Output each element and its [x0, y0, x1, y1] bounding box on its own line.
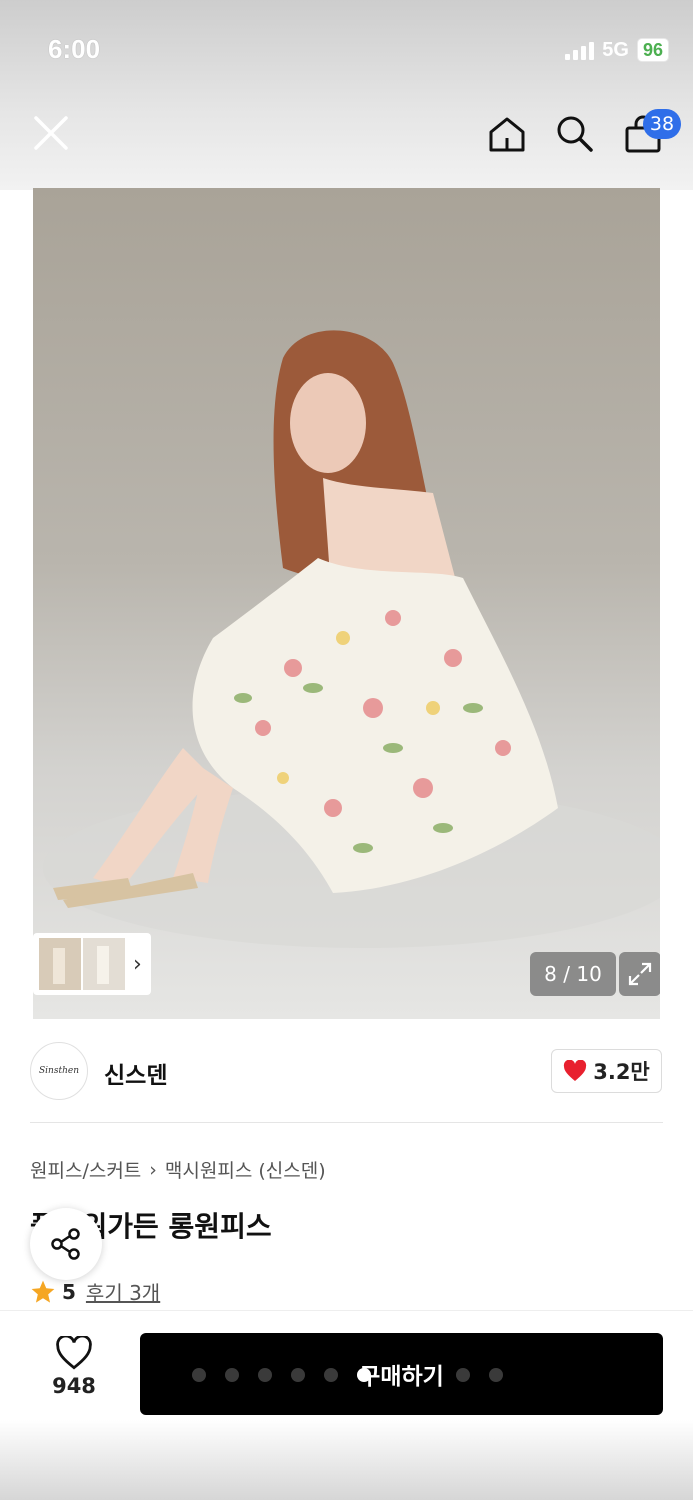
page-dot: [489, 1368, 503, 1382]
close-button[interactable]: [30, 112, 74, 156]
bottom-bar-divider: [0, 1310, 693, 1311]
thumbnail-image: [83, 938, 125, 990]
chevron-right-icon: ›: [149, 1158, 157, 1181]
brand-logo-text: Sinsthen: [39, 1066, 79, 1076]
brand-logo[interactable]: Sinsthen: [30, 1042, 88, 1100]
bottom-background: [0, 1420, 693, 1500]
thumbnail-image: [39, 938, 81, 990]
page-dots: [192, 1368, 503, 1382]
status-indicators: 5G 96: [565, 38, 669, 62]
status-time: 6:00: [48, 34, 101, 64]
home-button[interactable]: [487, 112, 527, 156]
home-icon: [489, 117, 525, 152]
brand-name[interactable]: 신스덴: [104, 1056, 167, 1090]
breadcrumb-category[interactable]: 원피스/스커트: [30, 1156, 141, 1183]
page-dot: [258, 1368, 272, 1382]
heart-icon: [56, 1336, 92, 1370]
nav-actions: 38: [487, 109, 681, 156]
close-icon: [34, 116, 68, 150]
expand-button[interactable]: [619, 952, 660, 996]
star-icon: [31, 1280, 55, 1303]
brand-like-count: 3.2만: [593, 1060, 650, 1084]
cart-button[interactable]: 38: [623, 109, 681, 156]
heart-icon: [564, 1060, 587, 1081]
wishlist-button[interactable]: 948: [34, 1336, 114, 1398]
review-link[interactable]: 후기 3개: [86, 1277, 160, 1306]
search-button[interactable]: [555, 112, 595, 156]
breadcrumb-subcategory[interactable]: 맥시원피스 (신스덴): [165, 1156, 326, 1183]
share-button[interactable]: [30, 1208, 102, 1280]
model-photo: [43, 330, 660, 948]
page-dot: [324, 1368, 338, 1382]
product-image[interactable]: › 8 / 10: [33, 188, 660, 1019]
expand-icon: [628, 962, 652, 986]
top-background: [0, 0, 693, 190]
rating-row: 5 후기 3개: [30, 1277, 160, 1306]
wishlist-count: 948: [52, 1374, 96, 1398]
image-counter: 8 / 10: [530, 952, 616, 996]
network-label: 5G: [602, 38, 629, 61]
breadcrumb: 원피스/스커트 › 맥시원피스 (신스덴): [30, 1156, 326, 1183]
chevron-right-icon: ›: [133, 951, 142, 977]
page-dot-active: [357, 1368, 371, 1382]
battery-icon: 96: [636, 38, 669, 62]
share-icon: [51, 1228, 80, 1260]
search-icon: [557, 116, 593, 152]
page-dot: [192, 1368, 206, 1382]
rating-value: 5: [62, 1279, 76, 1304]
page-dot: [456, 1368, 470, 1382]
cart-count-badge: 38: [643, 109, 681, 139]
signal-icon: [565, 40, 595, 60]
page-dot: [291, 1368, 305, 1382]
thumbnail-strip[interactable]: ›: [33, 933, 151, 995]
page-dot: [225, 1368, 239, 1382]
brand-like-button[interactable]: 3.2만: [551, 1049, 662, 1093]
divider: [30, 1122, 663, 1123]
